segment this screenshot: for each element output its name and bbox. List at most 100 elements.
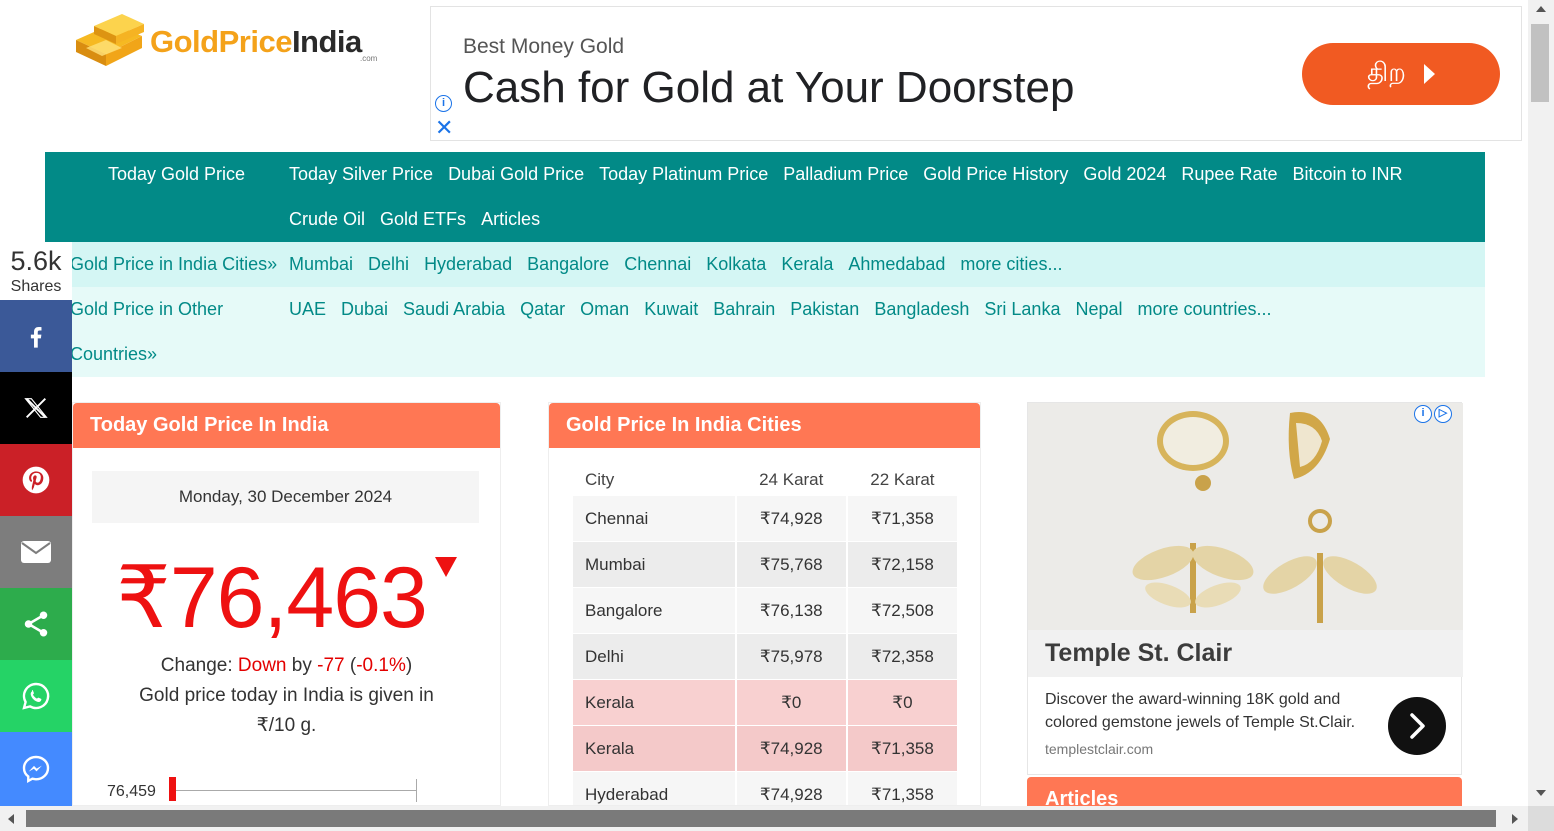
range-low-value: 76,459 (107, 783, 156, 800)
ad-info-icon[interactable]: i (1414, 405, 1432, 423)
city-link[interactable]: Chennai (624, 242, 691, 287)
logo-domain: .com (360, 54, 378, 63)
city-link[interactable]: Kerala (781, 242, 833, 287)
city-link[interactable]: Ahmedabad (848, 242, 945, 287)
scroll-down-icon[interactable] (1536, 790, 1546, 796)
more-countries-link[interactable]: more countries... (1137, 287, 1271, 332)
x-share-button[interactable] (0, 372, 72, 444)
price-22k-cell: ₹0 (847, 679, 957, 725)
facebook-share-button[interactable] (0, 300, 72, 372)
city-link[interactable]: Bangalore (527, 242, 609, 287)
nav-link[interactable]: Dubai Gold Price (448, 152, 584, 197)
country-link[interactable]: Bahrain (713, 287, 775, 332)
city-cell[interactable]: Kerala (573, 679, 735, 725)
vertical-scroll-thumb[interactable] (1531, 24, 1549, 102)
cities-price-table: City 24 Karat 22 Karat Chennai ₹74,928 ₹71… (571, 465, 959, 805)
price-24k-cell: ₹76,138 (736, 587, 846, 633)
city-cell[interactable]: Bangalore (573, 587, 735, 633)
country-link[interactable]: UAE (289, 287, 326, 332)
table-row[interactable]: Chennai ₹74,928 ₹71,358 (573, 495, 957, 541)
email-share-button[interactable] (0, 516, 72, 588)
nav-link[interactable]: Gold 2024 (1083, 152, 1166, 197)
vertical-scrollbar[interactable] (1528, 0, 1554, 806)
scroll-left-icon[interactable] (8, 814, 14, 824)
whatsapp-share-button[interactable] (0, 660, 72, 732)
price-date: Monday, 30 December 2024 (92, 471, 479, 523)
country-link[interactable]: Sri Lanka (984, 287, 1060, 332)
table-row[interactable]: Hyderabad ₹74,928 ₹71,358 (573, 771, 957, 805)
more-cities-link[interactable]: more cities... (960, 242, 1062, 287)
city-cell[interactable]: Mumbai (573, 541, 735, 587)
city-link[interactable]: Hyderabad (424, 242, 512, 287)
country-link[interactable]: Pakistan (790, 287, 859, 332)
ad-headline[interactable]: Cash for Gold at Your Doorstep (463, 63, 1074, 113)
nav-link[interactable]: Rupee Rate (1181, 152, 1277, 197)
city-link[interactable]: Kolkata (706, 242, 766, 287)
country-link[interactable]: Saudi Arabia (403, 287, 505, 332)
table-row[interactable]: Kerala ₹74,928 ₹71,358 (573, 725, 957, 771)
ad-right-description: Discover the award-winning 18K gold and … (1045, 691, 1356, 731)
table-row[interactable]: Mumbai ₹75,768 ₹72,158 (573, 541, 957, 587)
nav-link[interactable]: Bitcoin to INR (1292, 152, 1402, 197)
nav-link[interactable]: Palladium Price (783, 152, 908, 197)
today-gold-price-card: Today Gold Price In India Monday, 30 Dec… (72, 402, 501, 806)
nav-link[interactable]: Crude Oil (289, 197, 365, 242)
cities-nav-label[interactable]: Gold Price in India Cities» (70, 242, 277, 287)
country-link[interactable]: Dubai (341, 287, 388, 332)
country-link[interactable]: Nepal (1075, 287, 1122, 332)
range-line (176, 790, 416, 791)
city-link[interactable]: Delhi (368, 242, 409, 287)
price-24k-cell: ₹74,928 (736, 725, 846, 771)
countries-nav-label-1[interactable]: Gold Price in Other (70, 287, 223, 332)
city-link[interactable]: Mumbai (289, 242, 353, 287)
scroll-right-icon[interactable] (1512, 814, 1518, 824)
ad-choices-badge[interactable]: i ▷ (1414, 405, 1452, 423)
site-logo[interactable]: GoldPriceIndia .com (72, 10, 392, 76)
email-icon (21, 541, 51, 563)
ad-right-title[interactable]: Temple St. Clair (1028, 630, 1463, 677)
city-cell[interactable]: Delhi (573, 633, 735, 679)
country-link[interactable]: Qatar (520, 287, 565, 332)
table-row[interactable]: Delhi ₹75,978 ₹72,358 (573, 633, 957, 679)
nav-link[interactable]: Today Silver Price (289, 152, 433, 197)
ad-next-button[interactable] (1388, 697, 1446, 755)
nav-link[interactable]: Gold ETFs (380, 197, 466, 242)
messenger-share-button[interactable] (0, 732, 72, 806)
ad-open-button[interactable]: திற (1302, 43, 1500, 105)
generic-share-button[interactable] (0, 588, 72, 660)
city-cell[interactable]: Hyderabad (573, 771, 735, 805)
gold-price-value: ₹76,463 (116, 550, 428, 646)
cities-links: Mumbai Delhi Hyderabad Bangalore Chennai… (289, 242, 1469, 287)
country-link[interactable]: Oman (580, 287, 629, 332)
column-header: City (585, 470, 615, 489)
countries-nav: Gold Price in Other Countries» UAE Dubai… (45, 287, 1485, 377)
price-unit-note: Gold price today in India is given in ₹/… (139, 685, 434, 736)
pinterest-share-button[interactable] (0, 444, 72, 516)
nav-links: Today Silver Price Dubai Gold Price Toda… (289, 152, 1449, 242)
city-cell[interactable]: Chennai (573, 495, 735, 541)
price-22k-cell: ₹71,358 (847, 771, 957, 805)
table-row[interactable]: Bangalore ₹76,138 ₹72,508 (573, 587, 957, 633)
jewelry-ad[interactable]: i ▷ Temple St. Clair Discover the award-… (1027, 402, 1463, 775)
country-link[interactable]: Kuwait (644, 287, 698, 332)
nav-link[interactable]: Today Platinum Price (599, 152, 768, 197)
top-ad-banner[interactable]: Best Money Gold Cash for Gold at Your Do… (430, 6, 1522, 141)
ad-choices-icon[interactable]: ▷ (1434, 405, 1452, 423)
countries-nav-label-2[interactable]: Countries» (70, 332, 157, 377)
jewelry-ad-image[interactable] (1028, 403, 1463, 630)
scroll-up-icon[interactable] (1536, 6, 1546, 12)
ad-info-icon[interactable]: i (435, 95, 452, 112)
chevron-right-icon (1410, 713, 1425, 739)
table-row[interactable]: Kerala ₹0 ₹0 (573, 679, 957, 725)
ad-close-icon[interactable]: ✕ (435, 117, 453, 139)
play-arrow-icon (1424, 64, 1435, 84)
nav-link[interactable]: Gold Price History (923, 152, 1068, 197)
nav-link[interactable]: Articles (481, 197, 540, 242)
down-arrow-icon (434, 557, 457, 577)
price-24k-cell: ₹0 (736, 679, 846, 725)
horizontal-scrollbar[interactable] (0, 806, 1554, 831)
nav-today-gold-price[interactable]: Today Gold Price (108, 164, 245, 185)
country-link[interactable]: Bangladesh (874, 287, 969, 332)
horizontal-scroll-thumb[interactable] (26, 810, 1496, 827)
city-cell[interactable]: Kerala (573, 725, 735, 771)
